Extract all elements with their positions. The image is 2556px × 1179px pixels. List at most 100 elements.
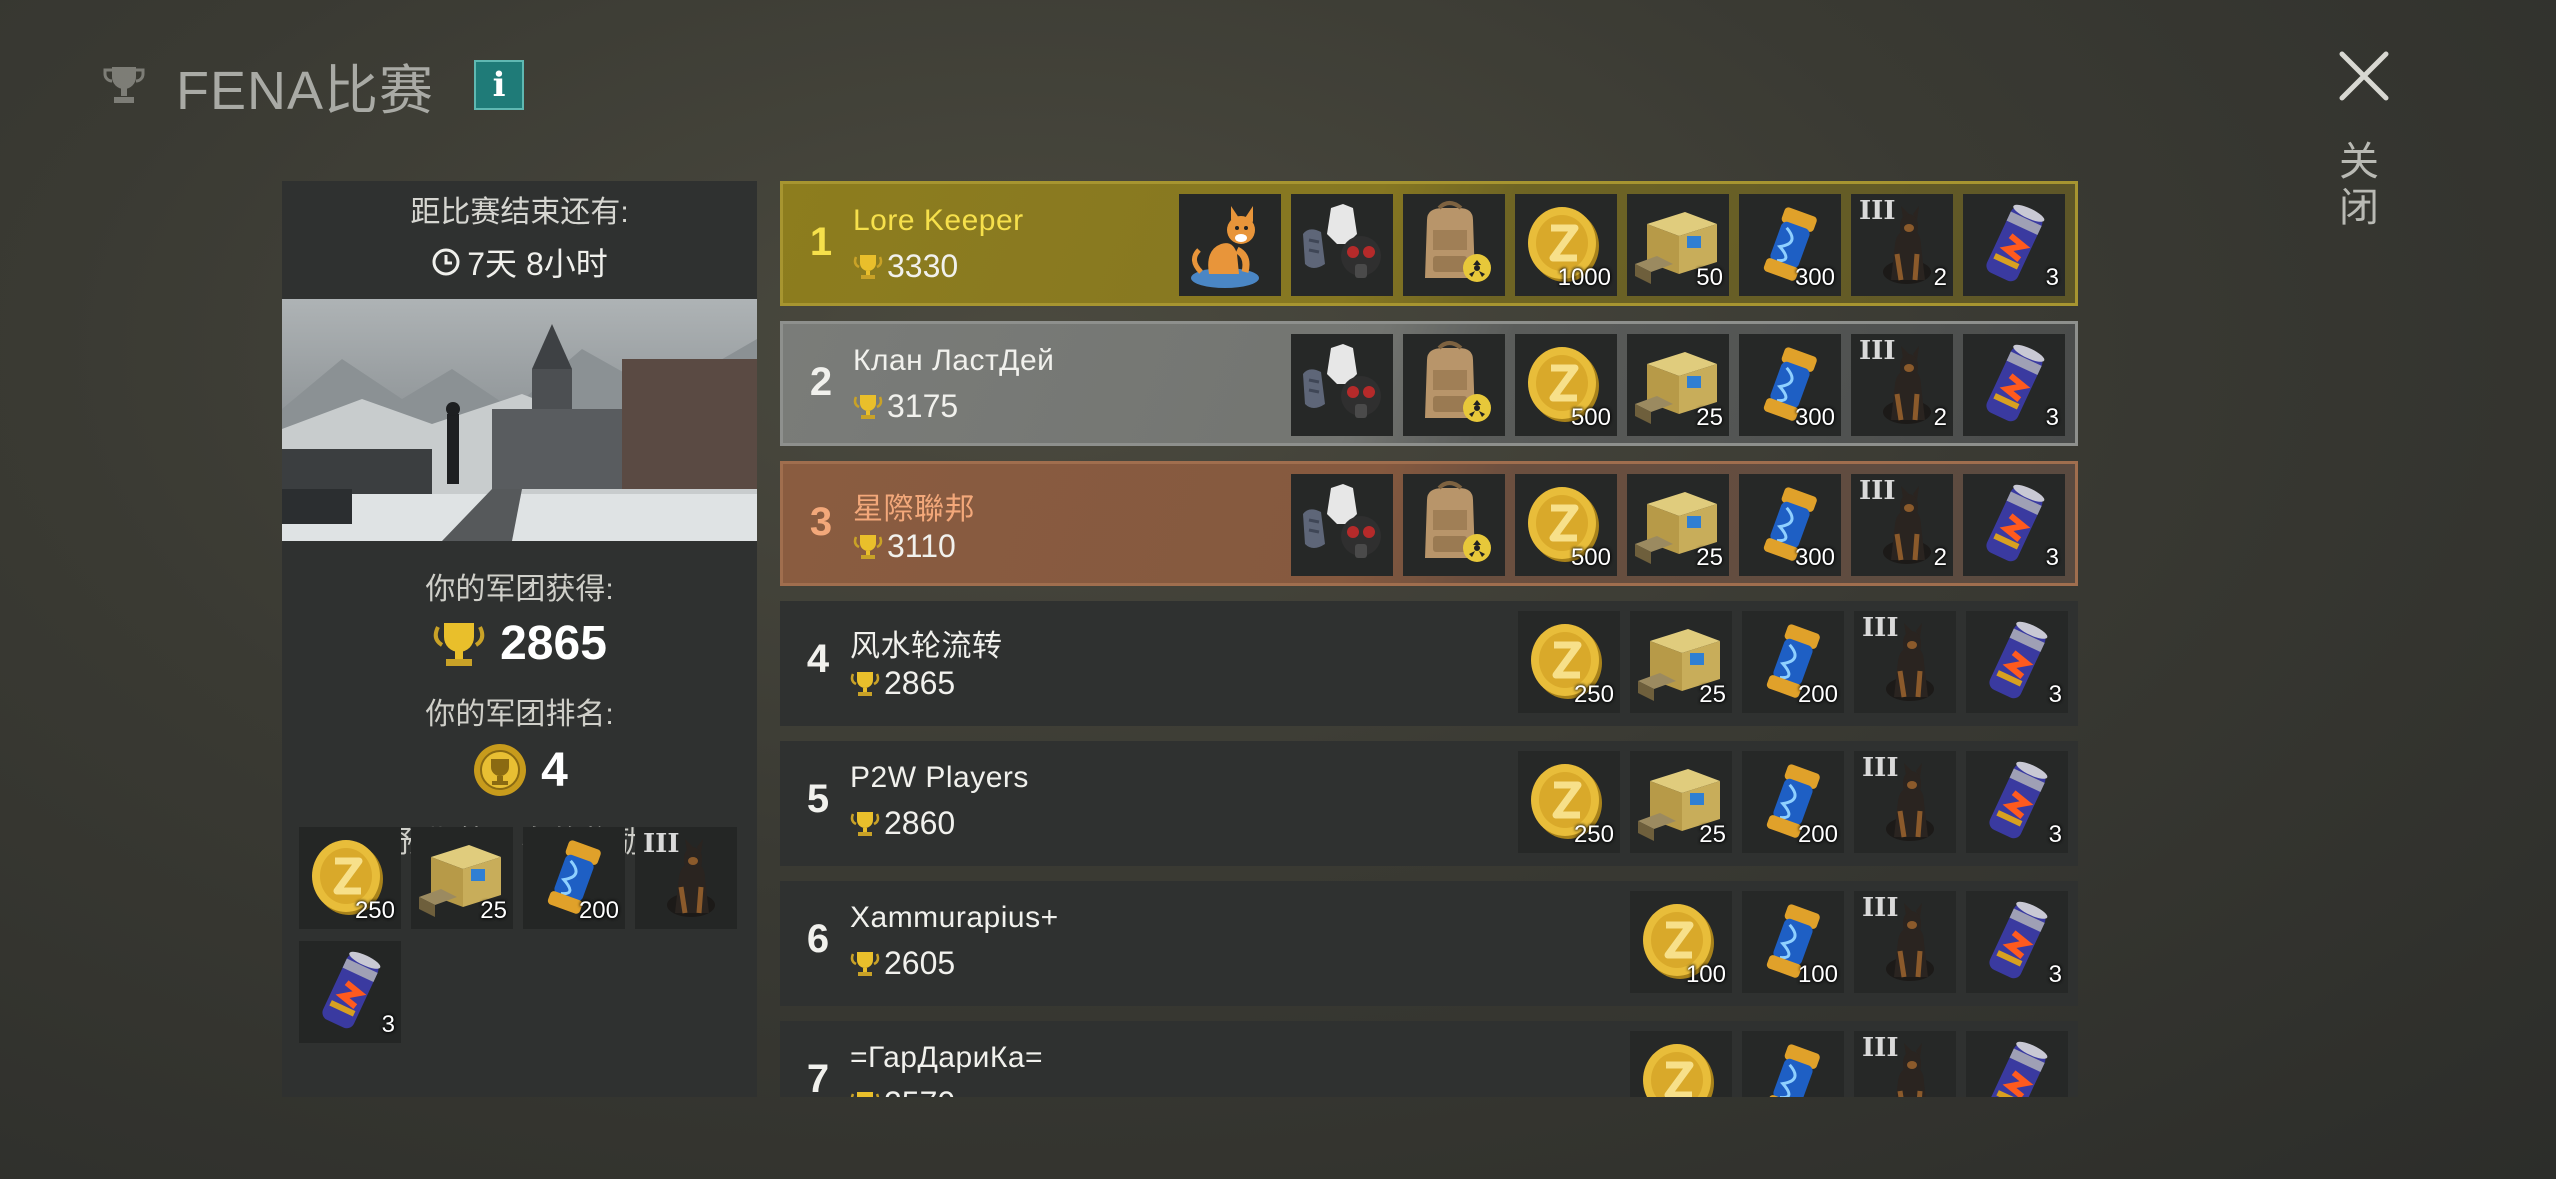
reward-tile[interactable]: 25	[1630, 751, 1732, 853]
reward-tile[interactable]: III	[635, 827, 737, 929]
reward-tile[interactable]: 250	[1518, 751, 1620, 853]
reward-tile[interactable]: 25	[1627, 334, 1729, 436]
leaderboard-row[interactable]: 1 Lore Keeper 3330 1000 50 300 III 2 3	[780, 181, 2078, 306]
reward-tile[interactable]: 500	[1515, 474, 1617, 576]
rank-number: 1	[809, 220, 833, 264]
reward-tile[interactable]: 3	[1963, 334, 2065, 436]
rank-number: 5	[806, 777, 830, 821]
reward-tile[interactable]: 50	[1627, 194, 1729, 296]
header: FENA比赛 i	[100, 55, 525, 121]
reward-tile[interactable]: 3	[1966, 751, 2068, 853]
leaderboard-row[interactable]: 2 Клан ЛастДей 3175 500 25 300 III 2 3	[780, 321, 2078, 446]
reward-tile[interactable]: 250	[1518, 611, 1620, 713]
clan-rank: 4	[282, 741, 757, 799]
row-rewards: 500 25 300 III 2 3	[1291, 334, 2065, 436]
event-info-panel: 距比赛结束还有: 7天 8小时 你的军团获得: 2865 你的军团排名: 4 预…	[282, 181, 757, 1097]
reward-tile[interactable]	[1179, 194, 1281, 296]
reward-tile[interactable]: 3	[1963, 194, 2065, 296]
score-value: 3110	[887, 528, 956, 564]
reward-quantity: 2	[1933, 544, 1947, 571]
reward-tile[interactable]: 300	[1739, 194, 1841, 296]
trophy-icon	[850, 1091, 880, 1097]
reward-tile[interactable]: 300	[1739, 334, 1841, 436]
reward-quantity: 25	[1696, 544, 1723, 571]
reward-tile[interactable]: 100	[1630, 891, 1732, 993]
reward-tile[interactable]: III	[1854, 611, 1956, 713]
leaderboard[interactable]: 1 Lore Keeper 3330 1000 50 300 III 2 3 2 Клан Ласт…	[780, 181, 2080, 1097]
trophy-icon	[103, 67, 145, 103]
expected-rewards: 250 25 200 III 3	[299, 827, 737, 1043]
reward-tile[interactable]: 200	[523, 827, 625, 929]
clan-score: 2570	[850, 1085, 955, 1097]
rank-badge-icon	[474, 744, 527, 796]
reward-tile[interactable]: III 2	[1851, 334, 1953, 436]
reward-tile[interactable]	[1291, 334, 1393, 436]
timer: 7天 8小时	[282, 239, 757, 285]
score-value: 3175	[887, 388, 959, 424]
reward-quantity: 25	[1696, 404, 1723, 431]
reward-tile[interactable]: 1000	[1515, 194, 1617, 296]
close-icon[interactable]	[2336, 48, 2392, 104]
reward-quantity: 100	[1685, 961, 1726, 988]
reward-tile[interactable]: 3	[299, 941, 401, 1043]
reward-quantity: 250	[1573, 821, 1614, 848]
reward-tile[interactable]: III	[1854, 1031, 1956, 1097]
reward-tile[interactable]	[1291, 474, 1393, 576]
reward-quantity: 3	[2048, 961, 2062, 988]
row-rewards: 500 25 300 III 2 3	[1291, 474, 2065, 576]
reward-tile[interactable]: 25	[411, 827, 513, 929]
reward-tile[interactable]: 3	[1966, 891, 2068, 993]
clock-icon	[432, 248, 460, 276]
reward-tile[interactable]: 250	[299, 827, 401, 929]
reward-tile[interactable]	[1630, 1031, 1732, 1097]
info-button[interactable]: i	[474, 60, 525, 110]
reward-tile[interactable]	[1403, 194, 1505, 296]
reward-tile[interactable]: 3	[1966, 611, 2068, 713]
earned-label: 你的军团获得:	[425, 573, 614, 606]
reward-tile[interactable]: 300	[1739, 474, 1841, 576]
reward-quantity: 500	[1570, 404, 1611, 431]
clan-name: 星際聯邦	[853, 493, 975, 526]
row-rewards: 250 25 200 III 3	[1518, 611, 2068, 713]
reward-tile[interactable]: III 2	[1851, 194, 1953, 296]
reward-quantity: 100	[1797, 961, 1838, 988]
reward-quantity: 300	[1794, 544, 1835, 571]
trophy-icon	[853, 534, 883, 559]
reward-quantity: 500	[1570, 544, 1611, 571]
earned-score: 2865	[282, 616, 757, 671]
leaderboard-row[interactable]: 7 =ГарДариКа= 2570 III	[780, 1021, 2078, 1097]
reward-tile[interactable]: 500	[1515, 334, 1617, 436]
reward-quantity: 300	[1794, 404, 1835, 431]
reward-tile[interactable]	[1742, 1031, 1844, 1097]
reward-tile[interactable]: 100	[1742, 891, 1844, 993]
reward-tile[interactable]	[1403, 334, 1505, 436]
reward-quantity: 250	[1573, 681, 1614, 708]
rank-number: 3	[809, 500, 833, 544]
reward-tile[interactable]: III	[1854, 751, 1956, 853]
reward-quantity: 2	[1933, 264, 1947, 291]
reward-tile[interactable]	[1966, 1031, 2068, 1097]
leaderboard-row[interactable]: 6 Xammurapius+ 2605 100 100 III 3	[780, 881, 2078, 1006]
reward-tile[interactable]: 200	[1742, 751, 1844, 853]
timer-label: 距比赛结束还有:	[410, 196, 629, 229]
leaderboard-row[interactable]: 3 星際聯邦 3110 500 25 300 III 2 3	[780, 461, 2078, 586]
leaderboard-row[interactable]: 5 P2W Players 2860 250 25 200 III 3	[780, 741, 2078, 866]
reward-tile[interactable]: 3	[1963, 474, 2065, 576]
leaderboard-row[interactable]: 4 风水轮流转 2865 250 25 200 III 3	[780, 601, 2078, 726]
reward-tile[interactable]: 200	[1742, 611, 1844, 713]
reward-tile[interactable]: 25	[1630, 611, 1732, 713]
rank-number: 7	[806, 1057, 830, 1097]
tier-label: III	[1862, 753, 1899, 783]
close-button-label[interactable]: 关闭	[2333, 140, 2384, 232]
reward-tile[interactable]: III	[1854, 891, 1956, 993]
clan-name: P2W Players	[850, 761, 1029, 794]
page-title: FENA比赛	[176, 60, 435, 121]
reward-quantity: 3	[381, 1011, 395, 1038]
reward-tile[interactable]: III 2	[1851, 474, 1953, 576]
score-value: 2860	[884, 805, 956, 841]
reward-tile[interactable]	[1291, 194, 1393, 296]
earned-value: 2865	[500, 617, 607, 670]
reward-tile[interactable]	[1403, 474, 1505, 576]
clan-score: 3110	[853, 528, 956, 565]
reward-tile[interactable]: 25	[1627, 474, 1729, 576]
